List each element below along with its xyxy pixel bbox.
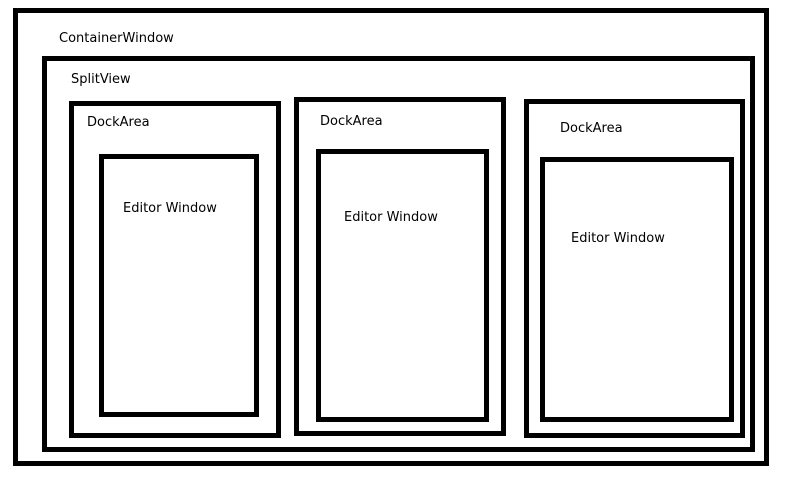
editor-window-box-2	[316, 149, 489, 422]
split-view-label: SplitView	[71, 72, 131, 87]
dock-area-label-3: DockArea	[560, 121, 623, 136]
editor-window-box-3	[540, 157, 734, 422]
editor-window-label-2: Editor Window	[344, 210, 438, 225]
editor-window-box-1	[99, 154, 259, 417]
container-window-label: ContainerWindow	[59, 31, 174, 46]
dock-area-label-1: DockArea	[87, 115, 150, 130]
dock-area-label-2: DockArea	[320, 114, 383, 129]
editor-window-label-1: Editor Window	[123, 201, 217, 216]
editor-window-label-3: Editor Window	[571, 231, 665, 246]
